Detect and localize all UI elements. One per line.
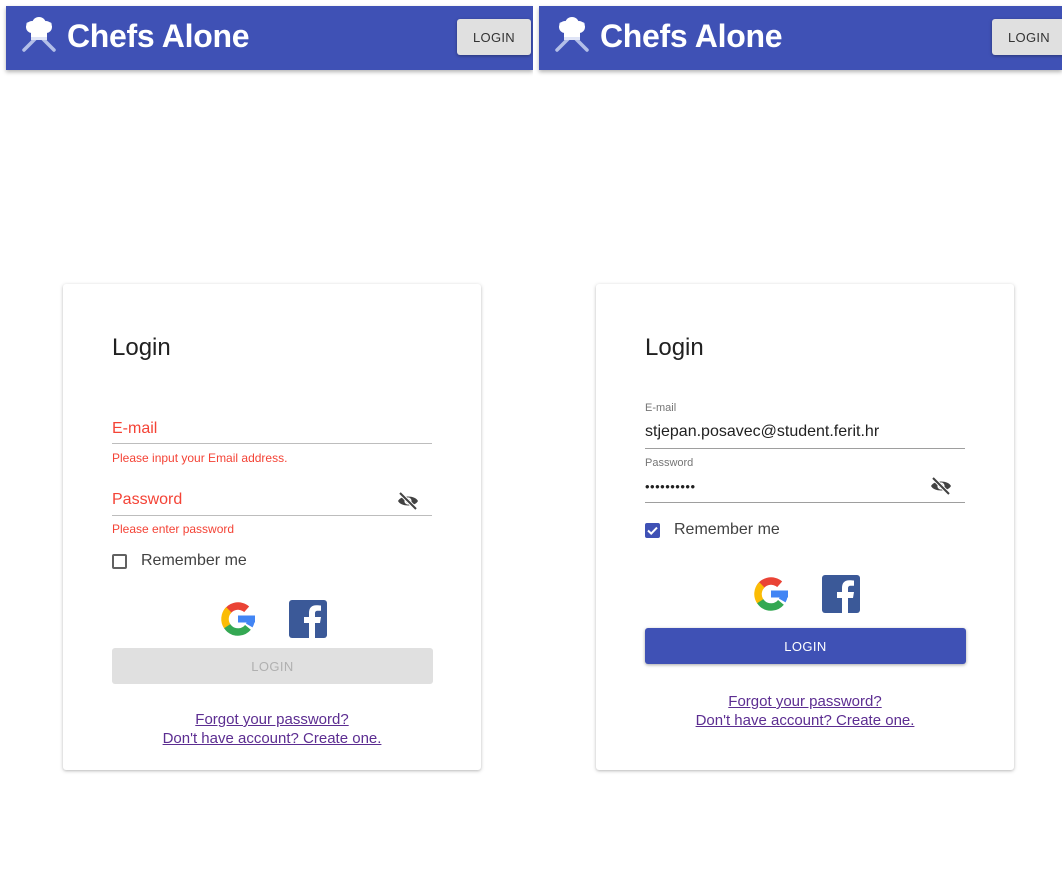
card-title: Login <box>645 334 704 361</box>
facebook-icon[interactable] <box>822 575 860 613</box>
eye-off-icon[interactable] <box>929 474 953 498</box>
password-underline <box>645 502 965 503</box>
password-error-text: Please enter password <box>112 522 235 536</box>
remember-me-label: Remember me <box>674 521 780 538</box>
login-screen-empty: Chefs Alone LOGIN Login E-mail Please in… <box>0 0 533 879</box>
password-label: Password <box>645 457 694 469</box>
app-bar: Chefs Alone LOGIN <box>6 6 533 70</box>
app-bar: Chefs Alone LOGIN <box>539 6 1062 70</box>
create-account-link[interactable]: Don't have account? Create one. <box>596 711 1014 730</box>
header-login-button[interactable]: LOGIN <box>457 19 531 55</box>
chef-hat-utensils-icon <box>22 17 56 52</box>
password-label: Password <box>112 491 183 508</box>
password-underline <box>112 515 432 516</box>
password-field[interactable]: Password Please enter password <box>112 487 432 547</box>
account-links: Forgot your password? Don't have account… <box>596 692 1014 730</box>
email-label: E-mail <box>112 420 158 437</box>
chef-hat-utensils-icon <box>555 17 589 52</box>
remember-me-checkbox[interactable] <box>112 553 127 569</box>
login-card: Login E-mail Please input your Email add… <box>63 284 481 770</box>
email-field[interactable]: E-mail stjepan.posavec@student.ferit.hr <box>645 400 965 450</box>
email-underline <box>112 443 432 444</box>
brand[interactable]: Chefs Alone <box>553 16 783 56</box>
facebook-icon[interactable] <box>289 600 327 638</box>
brand[interactable]: Chefs Alone <box>20 16 250 56</box>
login-button[interactable]: LOGIN <box>112 648 433 684</box>
email-error-text: Please input your Email address. <box>112 451 288 465</box>
social-login-row <box>217 598 327 640</box>
check-icon <box>647 526 658 535</box>
app-title: Chefs Alone <box>600 17 783 54</box>
google-icon[interactable] <box>217 598 259 640</box>
remember-me-label: Remember me <box>141 552 247 569</box>
remember-me-row[interactable]: Remember me <box>645 521 780 539</box>
card-title: Login <box>112 334 171 361</box>
forgot-password-link[interactable]: Forgot your password? <box>596 692 1014 711</box>
create-account-link[interactable]: Don't have account? Create one. <box>63 729 481 748</box>
remember-me-row[interactable]: Remember me <box>112 552 247 570</box>
login-card: Login E-mail stjepan.posavec@student.fer… <box>596 284 1014 770</box>
eye-off-icon[interactable] <box>396 489 420 513</box>
email-label: E-mail <box>645 402 677 414</box>
google-icon[interactable] <box>750 573 792 615</box>
login-screen-filled: Chefs Alone LOGIN Login E-mail stjepan.p… <box>533 0 1062 879</box>
password-field[interactable]: Password •••••••••• <box>645 455 965 505</box>
email-input-value[interactable]: stjepan.posavec@student.ferit.hr <box>645 423 879 441</box>
social-login-row <box>750 573 860 615</box>
email-field[interactable]: E-mail Please input your Email address. <box>112 416 432 476</box>
forgot-password-link[interactable]: Forgot your password? <box>63 710 481 729</box>
header-login-button[interactable]: LOGIN <box>992 19 1062 55</box>
app-title: Chefs Alone <box>67 17 250 54</box>
email-underline <box>645 448 965 449</box>
login-button[interactable]: LOGIN <box>645 628 966 664</box>
account-links: Forgot your password? Don't have account… <box>63 710 481 748</box>
password-input-value[interactable]: •••••••••• <box>645 479 696 494</box>
remember-me-checkbox[interactable] <box>645 522 660 538</box>
